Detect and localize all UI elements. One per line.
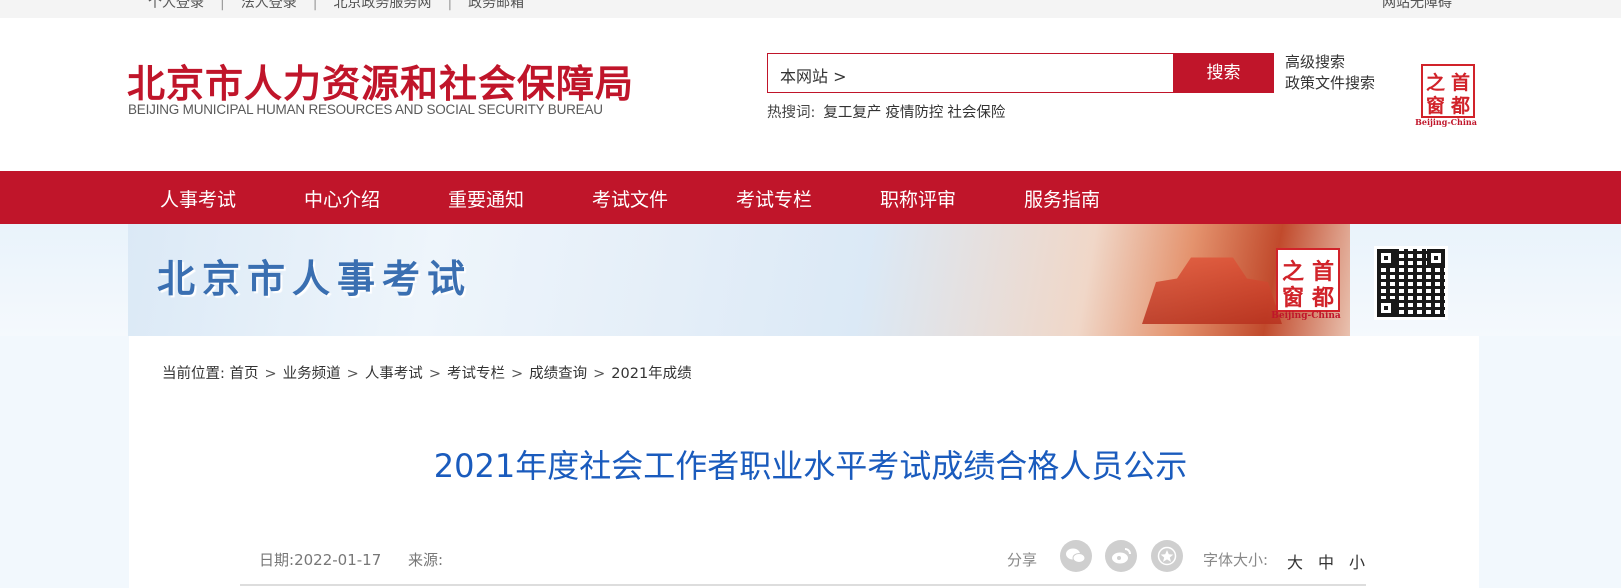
top-links: 个人登录 | 法人登录 | 北京政务服务网 | 政务邮箱 bbox=[148, 0, 524, 12]
font-size-small-button[interactable]: 小 bbox=[1349, 549, 1365, 573]
breadcrumb-item[interactable]: 人事考试 bbox=[365, 366, 423, 382]
weibo-icon[interactable] bbox=[1105, 540, 1137, 572]
badge-char: 都 bbox=[1450, 95, 1470, 117]
nav-item-service-guide[interactable]: 服务指南 bbox=[1024, 185, 1100, 212]
policy-search-link[interactable]: 政策文件搜索 bbox=[1285, 73, 1375, 94]
search-scope-select[interactable]: 本网站 > bbox=[780, 63, 847, 87]
breadcrumb-item-current[interactable]: 2021年成绩 bbox=[611, 366, 691, 382]
article-meta: 日期:2022-01-17 来源: bbox=[259, 549, 443, 570]
badge-char: 窗 bbox=[1281, 285, 1304, 311]
separator: | bbox=[312, 0, 318, 11]
personal-login-link[interactable]: 个人登录 bbox=[148, 0, 204, 12]
advanced-search-links: 高级搜索 政策文件搜索 bbox=[1285, 52, 1375, 94]
wechat-icon[interactable] bbox=[1060, 540, 1092, 572]
corporate-login-link[interactable]: 法人登录 bbox=[241, 0, 297, 12]
badge-char: 都 bbox=[1311, 285, 1334, 311]
font-size-large-button[interactable]: 大 bbox=[1287, 549, 1303, 573]
separator: | bbox=[220, 0, 225, 11]
font-size-medium-button[interactable]: 中 bbox=[1318, 549, 1334, 573]
badge-caption: Beijing-China bbox=[1415, 117, 1477, 127]
channel-banner: 北京市人事考试 之 首 窗 都 Beijing-China bbox=[0, 224, 1621, 336]
breadcrumb-item[interactable]: 成绩查询 bbox=[529, 366, 587, 382]
hot-search-terms: 热搜词: 复工复产 疫情防控 社会保险 bbox=[767, 101, 1009, 122]
banner-title: 北京市人事考试 bbox=[157, 256, 473, 301]
divider bbox=[240, 584, 1366, 586]
hot-keyword[interactable]: 复工复产 bbox=[823, 105, 881, 121]
capital-window-logo[interactable]: 之 首 窗 都 bbox=[1421, 64, 1475, 118]
qr-code bbox=[1374, 246, 1448, 320]
font-size-label: 字体大小: bbox=[1203, 551, 1269, 569]
top-utility-bar: 个人登录 | 法人登录 | 北京政务服务网 | 政务邮箱 网站无障碍 bbox=[0, 0, 1621, 18]
breadcrumb-label: 当前位置: bbox=[162, 366, 225, 382]
beijing-gov-service-link[interactable]: 北京政务服务网 bbox=[333, 0, 431, 12]
nav-item-title-review[interactable]: 职称评审 bbox=[880, 185, 956, 212]
breadcrumb-item-home[interactable]: 首页 bbox=[230, 366, 259, 382]
nav-item-about[interactable]: 中心介绍 bbox=[304, 185, 380, 212]
search-input[interactable]: 本网站 > bbox=[767, 53, 1173, 93]
breadcrumb-item[interactable]: 业务频道 bbox=[283, 366, 341, 382]
capital-window-logo[interactable]: 之 首 窗 都 bbox=[1276, 248, 1340, 312]
qr-pattern bbox=[1377, 249, 1445, 317]
breadcrumb: 当前位置: 首页 > 业务频道 > 人事考试 > 考试专栏 > 成绩查询 >2021年成绩 bbox=[162, 366, 692, 382]
gov-email-link[interactable]: 政务邮箱 bbox=[468, 0, 524, 12]
site-logo-subtitle: BEIJING MUNICIPAL HUMAN RESOURCES AND SO… bbox=[128, 102, 603, 117]
hot-search-label: 热搜词: bbox=[767, 105, 816, 121]
nav-item-documents[interactable]: 考试文件 bbox=[592, 185, 668, 212]
site-logo-title[interactable]: 北京市人力资源和社会保障局 bbox=[127, 53, 634, 108]
date-label: 日期: bbox=[259, 551, 295, 569]
nav-item-notices[interactable]: 重要通知 bbox=[448, 185, 524, 212]
accessibility-link[interactable]: 网站无障碍 bbox=[1382, 0, 1452, 12]
breadcrumb-item[interactable]: 考试专栏 bbox=[447, 366, 505, 382]
badge-caption: Beijing-China bbox=[1271, 311, 1341, 321]
nav-item-exam[interactable]: 人事考试 bbox=[160, 185, 236, 212]
nav-item-column[interactable]: 考试专栏 bbox=[736, 185, 812, 212]
badge-char: 之 bbox=[1425, 72, 1445, 94]
badge-char: 窗 bbox=[1425, 95, 1445, 117]
separator: | bbox=[447, 0, 453, 11]
search-button[interactable]: 搜索 bbox=[1173, 53, 1274, 93]
share-label: 分享 bbox=[1007, 551, 1038, 569]
badge-char: 首 bbox=[1450, 72, 1470, 94]
star-icon[interactable] bbox=[1151, 540, 1183, 572]
article-title: 2021年度社会工作者职业水平考试成绩合格人员公示 bbox=[433, 447, 1188, 485]
advanced-search-link[interactable]: 高级搜索 bbox=[1285, 52, 1375, 73]
hot-keyword[interactable]: 疫情防控 bbox=[885, 105, 943, 121]
hot-keyword[interactable]: 社会保险 bbox=[947, 105, 1005, 121]
source-label: 来源: bbox=[408, 551, 444, 569]
publish-date: 2022-01-17 bbox=[294, 551, 382, 569]
main-nav: 人事考试 中心介绍 重要通知 考试文件 考试专栏 职称评审 服务指南 bbox=[0, 171, 1621, 224]
